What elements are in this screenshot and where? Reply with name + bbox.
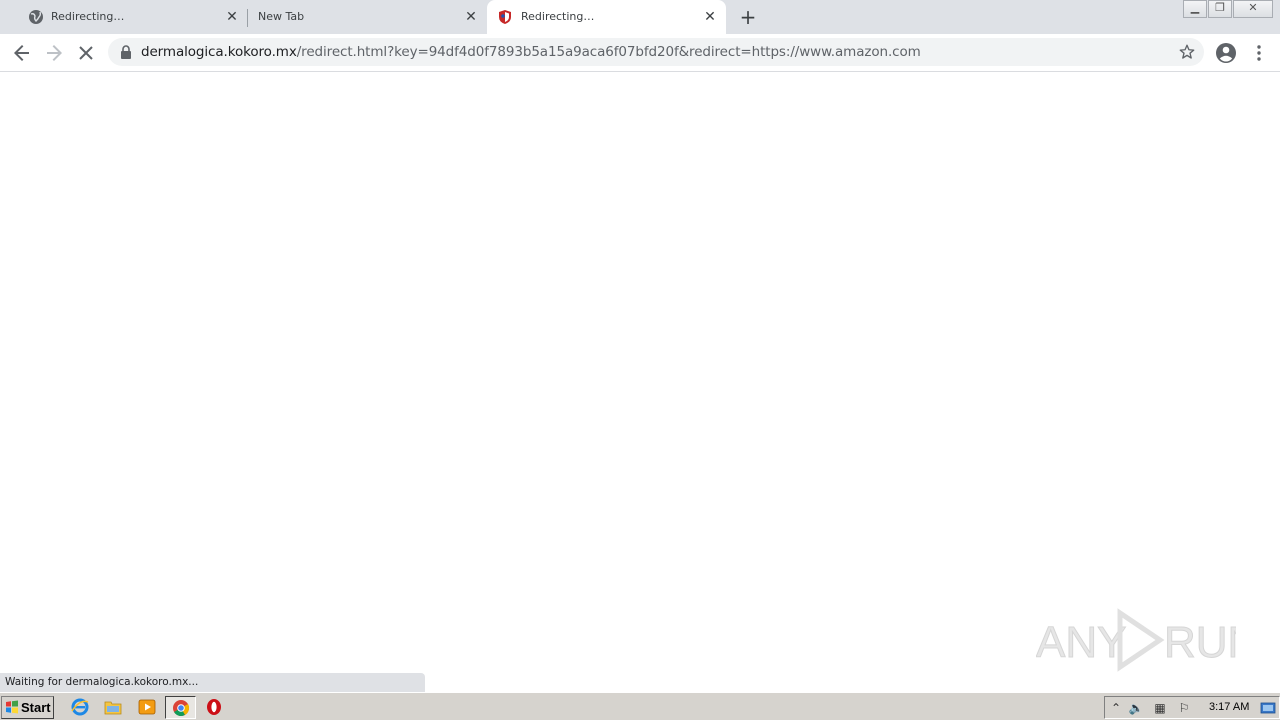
browser-toolbar: dermalogica.kokoro.mx/redirect.html?key=… <box>0 34 1280 72</box>
arrow-left-icon <box>14 45 29 61</box>
chrome-taskbar-button[interactable] <box>165 696 196 719</box>
folder-icon[interactable] <box>103 697 123 717</box>
shield-favicon-icon <box>499 10 511 24</box>
restore-button[interactable]: ❐ <box>1208 0 1232 18</box>
close-icon <box>79 46 93 60</box>
url-text: dermalogica.kokoro.mx/redirect.html?key=… <box>141 44 921 60</box>
tab-title: New Tab <box>258 10 305 23</box>
account-circle-icon <box>1216 43 1236 63</box>
forward-button[interactable] <box>42 41 66 65</box>
windows-logo-icon <box>6 700 18 714</box>
clock[interactable]: 3:17 AM <box>1209 701 1249 713</box>
url-path: /redirect.html?key=94df4d0f7893b5a15a9ac… <box>296 44 921 60</box>
close-tab-icon[interactable]: ✕ <box>463 9 479 25</box>
show-hidden-icons-icon[interactable]: ⌃ <box>1108 700 1124 716</box>
tab-title: Redirecting… <box>51 10 125 23</box>
start-button[interactable]: Start <box>1 696 54 719</box>
stop-loading-button[interactable] <box>74 41 98 65</box>
action-center-flag-icon[interactable]: ⚐ <box>1176 700 1192 716</box>
status-bubble: Waiting for dermalogica.kokoro.mx... <box>0 673 425 692</box>
address-bar[interactable]: dermalogica.kokoro.mx/redirect.html?key=… <box>108 38 1204 66</box>
close-tab-icon[interactable]: ✕ <box>224 9 240 25</box>
chrome-icon <box>173 700 190 716</box>
tab-redirecting-active[interactable]: Redirecting… ✕ <box>487 0 726 34</box>
show-desktop-icon[interactable] <box>1260 700 1276 716</box>
lock-icon <box>121 45 131 59</box>
new-tab-button[interactable]: + <box>738 7 758 27</box>
tab-redirecting-1[interactable]: Redirecting… ✕ <box>8 0 244 34</box>
svg-text:RUN: RUN <box>1164 618 1236 667</box>
more-vert-icon <box>1257 45 1261 61</box>
back-button[interactable] <box>10 41 34 65</box>
media-player-icon[interactable] <box>137 697 157 717</box>
tab-strip: Redirecting… ✕ New Tab ✕ Redirecting… ✕ … <box>0 0 1280 34</box>
system-tray: ⌃ 🔈 ▦ ⚐ 3:17 AM <box>1104 696 1280 719</box>
opera-icon[interactable] <box>204 697 224 717</box>
svg-text:ANY: ANY <box>1036 618 1126 667</box>
tab-title: Redirecting… <box>521 10 595 23</box>
minimize-button[interactable]: ▁ <box>1183 0 1207 18</box>
close-window-button[interactable]: ✕ <box>1233 0 1273 18</box>
taskbar: Start ⌃ 🔈 ▦ ⚐ 3:17 AM <box>0 692 1280 720</box>
globe-icon <box>29 10 43 24</box>
anyrun-watermark-logo: ANY RUN <box>1036 608 1236 672</box>
close-tab-icon[interactable]: ✕ <box>702 9 718 25</box>
arrow-right-icon <box>47 45 62 61</box>
profile-button[interactable] <box>1214 41 1238 65</box>
menu-button[interactable] <box>1247 41 1271 65</box>
internet-explorer-icon[interactable] <box>70 697 90 717</box>
tab-new-tab[interactable]: New Tab ✕ <box>248 0 484 34</box>
page-content <box>0 72 1280 692</box>
url-host: dermalogica.kokoro.mx <box>141 44 297 60</box>
volume-icon[interactable]: 🔈 <box>1128 700 1144 716</box>
network-icon[interactable]: ▦ <box>1152 700 1168 716</box>
star-icon[interactable] <box>1178 43 1196 61</box>
start-label: Start <box>21 700 51 715</box>
